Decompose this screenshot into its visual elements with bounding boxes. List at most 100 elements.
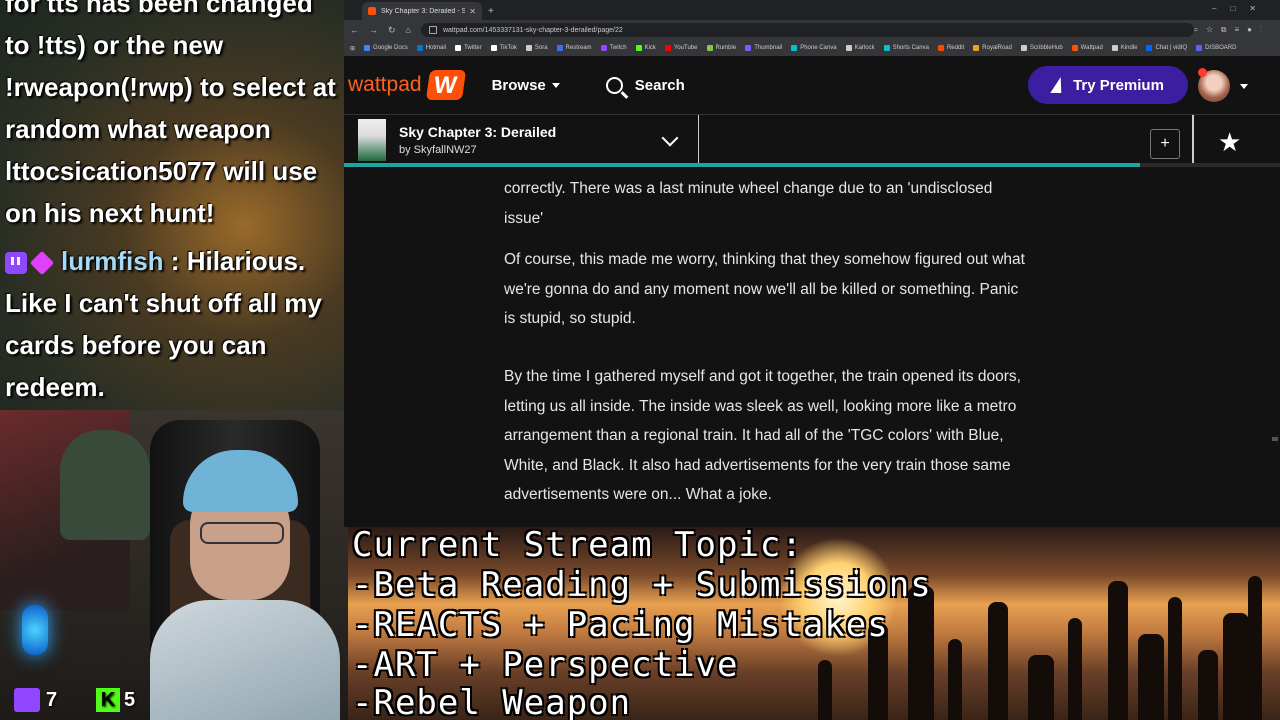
bookmark-favicon-icon (937, 45, 944, 51)
bookmark-label: Restream (565, 45, 592, 51)
site-info-icon[interactable] (428, 26, 437, 34)
bookmark-favicon-icon (635, 45, 642, 51)
notification-dot (1198, 68, 1207, 77)
text-line: By the time I gathered myself and got it… (504, 368, 1021, 385)
bookmark-label: Hotmail (425, 45, 447, 51)
bookmark-item[interactable]: Twitter (455, 45, 482, 51)
story-title[interactable]: Sky Chapter 3: Derailed (399, 124, 556, 140)
search-icon (605, 76, 623, 94)
bookmark-item[interactable]: RoyalRoad (973, 45, 1012, 51)
streamer-glasses (200, 522, 284, 544)
bookmark-favicon-icon (664, 45, 671, 51)
wattpad-favicon-icon (368, 7, 376, 15)
bookmark-item[interactable]: Hotmail (416, 45, 447, 51)
text-line: Of course, this made me worry, thinking … (504, 251, 1025, 268)
home-icon[interactable]: ⌂ (406, 25, 411, 35)
bookmark-favicon-icon (416, 45, 423, 51)
silhouette (1168, 597, 1182, 720)
wall-figure (60, 430, 150, 540)
bookmark-item[interactable]: Phone Canva (791, 45, 837, 51)
bookmark-item[interactable]: YouTube (664, 45, 698, 51)
bookmark-favicon-icon (791, 45, 798, 51)
webcam-feed: 7 K5 (0, 410, 348, 720)
bookmark-favicon-icon (1111, 45, 1118, 51)
bookmark-label: Twitter (464, 45, 482, 51)
browser-window: Sky Chapter 3: Derailed - Sky C ✕ + –□✕ … (344, 0, 1280, 527)
wattpad-w-icon (425, 70, 466, 100)
vote-star-icon[interactable]: ★ (1218, 127, 1241, 158)
bookmark-label: Karlock (854, 45, 875, 51)
chat-line: lttocsication5077 will use (5, 156, 318, 186)
chat-line: cards before you can (5, 330, 267, 360)
bookmark-favicon-icon (600, 45, 607, 51)
reload-icon[interactable]: ↻ (388, 25, 396, 36)
try-premium-button[interactable]: Try Premium (1028, 66, 1188, 104)
bookmark-item[interactable]: Chat | vidIQ (1146, 45, 1187, 51)
browse-label: Browse (491, 76, 546, 94)
bookmark-item[interactable]: Thumbnail (745, 45, 782, 51)
bookmark-item[interactable]: Kick (635, 45, 656, 51)
bookmark-item[interactable]: Karlock (845, 45, 875, 51)
wattpad-header: wattpad Browse Search Try Premium (344, 56, 1280, 114)
story-author[interactable]: by SkyfallNW27 (399, 144, 477, 156)
bookmark-label: Google Docs (373, 45, 408, 51)
twitch-count-value: 7 (46, 688, 58, 711)
story-cover[interactable] (358, 119, 386, 161)
bookmark-favicon-icon (706, 45, 713, 51)
text-line: advertisements were on... What a joke. (504, 486, 772, 503)
url-input[interactable]: wattpad.com/1453337131-sky-chapter-3-der… (420, 23, 1194, 37)
text-line: letting us all inside. The inside was sl… (504, 397, 1017, 415)
silhouette (1223, 613, 1249, 720)
bookmark-item[interactable]: Wattpad (1071, 45, 1103, 51)
chevron-down-icon[interactable] (1240, 84, 1248, 89)
search-label: Search (634, 76, 685, 94)
silhouette (1138, 634, 1164, 720)
tab-close-icon[interactable]: ✕ (469, 7, 476, 16)
window-controls[interactable]: –□✕ (1212, 4, 1270, 13)
chat-message-text: Hilarious. (186, 246, 306, 276)
new-tab-icon[interactable]: + (488, 6, 494, 17)
chat-line: to !tts) or the new (5, 30, 224, 60)
bookmark-label: Kick (644, 45, 656, 51)
chapter-dropdown-icon[interactable] (661, 129, 679, 147)
forward-icon[interactable]: → (369, 25, 378, 35)
lightning-icon (1050, 77, 1065, 93)
text-line: issue' (504, 209, 544, 227)
toolbar-icons[interactable]: ⌕☆⧉≡●⋮ (1194, 25, 1270, 35)
bookmark-item[interactable]: ScribbleHub (1020, 45, 1063, 51)
bookmark-item[interactable]: Rumble (706, 45, 736, 51)
premium-label: Try Premium (1073, 76, 1164, 94)
bookmark-label: Phone Canva (800, 45, 837, 51)
bookmark-item[interactable]: DISBOARD (1196, 45, 1236, 51)
twitch-badge-icon (5, 252, 27, 275)
bookmark-item[interactable]: Shorts Canva (883, 45, 929, 51)
back-icon[interactable]: ← (350, 25, 359, 35)
bookmark-item[interactable]: Sora (525, 45, 548, 51)
bookmark-item[interactable]: Restream (556, 45, 592, 51)
chat-line: random what weapon (5, 114, 271, 144)
chat-line: redeem. (5, 372, 105, 402)
bookmark-item[interactable]: Google Docs (364, 45, 408, 51)
bookmark-favicon-icon (883, 45, 890, 51)
browse-menu[interactable]: Browse (492, 77, 560, 94)
bookmark-item[interactable]: Reddit (937, 45, 964, 51)
wattpad-logo[interactable]: wattpad (348, 70, 466, 100)
search-button[interactable]: Search (605, 76, 685, 94)
silhouette (988, 602, 1008, 720)
silhouette (908, 586, 934, 720)
apps-icon[interactable]: ⊞ (350, 45, 355, 52)
text-line: is stupid, so stupid. (504, 310, 636, 327)
bookmark-favicon-icon (1146, 45, 1153, 51)
bookmark-item[interactable]: TikTok (490, 45, 517, 51)
bookmark-favicon-icon (1020, 45, 1027, 51)
chat-line: Like I can't shut off all my (5, 288, 322, 318)
paragraph: Of course, this made me worry, thinking … (504, 245, 1074, 334)
bookmark-item[interactable]: Twitch (600, 45, 627, 51)
add-to-library-button[interactable]: + (1150, 129, 1180, 159)
chat-username: lurmfish (61, 246, 164, 276)
bookmark-item[interactable]: Kindle (1111, 45, 1137, 51)
bookmark-favicon-icon (1071, 45, 1078, 51)
scrollbar[interactable] (1272, 437, 1278, 441)
browser-tab[interactable]: Sky Chapter 3: Derailed - Sky C ✕ (362, 2, 482, 20)
paragraph: correctly. There was a last minute wheel… (504, 174, 1074, 233)
